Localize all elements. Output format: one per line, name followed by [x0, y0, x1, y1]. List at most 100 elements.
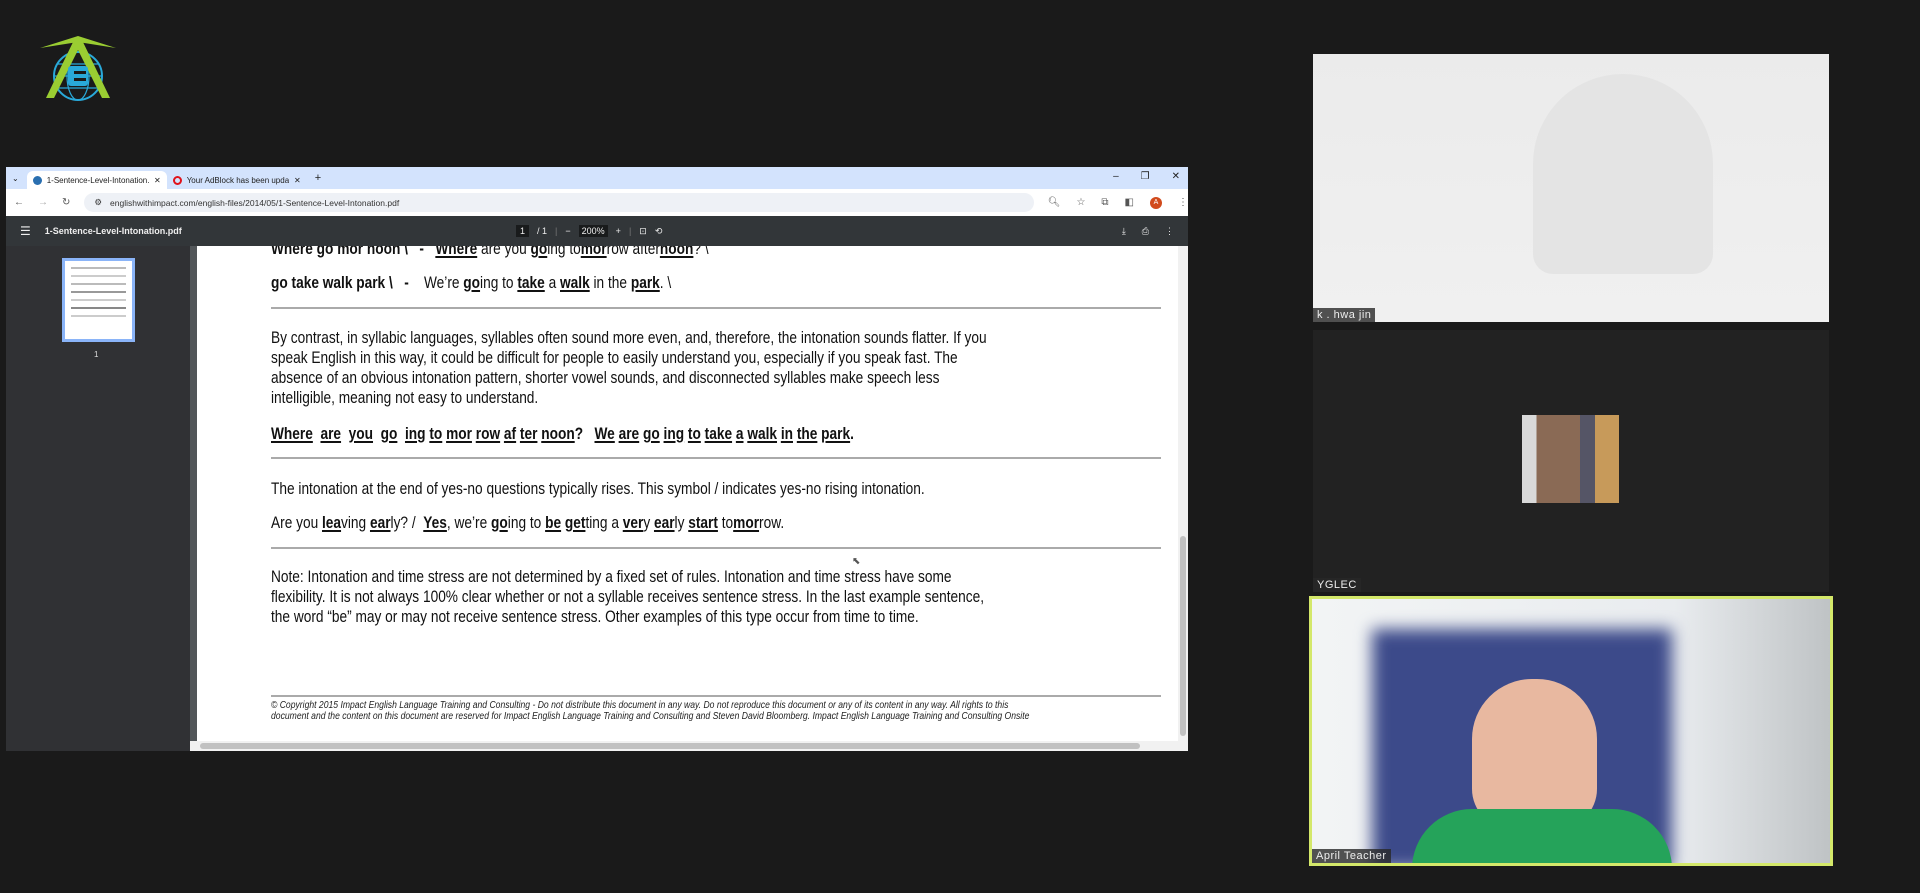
text-segment	[341, 425, 349, 443]
zoom-icon[interactable]: 🔍︎	[1048, 197, 1061, 208]
site-info-icon[interactable]: ⚙	[94, 197, 102, 208]
copyright-line: document and the content on this documen…	[271, 711, 1030, 722]
video-tile-april-teacher[interactable]: April Teacher	[1309, 596, 1833, 866]
page-total: / 1	[537, 226, 548, 236]
forward-icon[interactable]: →	[38, 197, 48, 208]
paragraph-line: By contrast, in syllabic languages, syll…	[271, 329, 987, 347]
text-segment: We’re	[423, 274, 464, 292]
divider	[271, 695, 1161, 697]
tab-adblock[interactable]: Your AdBlock has been updat ✕	[167, 171, 307, 189]
fit-page-icon[interactable]: ⊡	[639, 226, 647, 237]
stressed-syllable: park	[630, 274, 660, 292]
video-tile-k-hwa-jin[interactable]: k . hwa jin	[1313, 54, 1829, 322]
stressed-syllable: take	[704, 425, 733, 443]
more-options-icon[interactable]: ⋮	[1165, 226, 1174, 237]
stressed-syllable: take	[517, 274, 545, 292]
participant-video	[1533, 74, 1713, 274]
page-number-input[interactable]: 1	[516, 225, 530, 237]
participant-shirt	[1412, 809, 1672, 863]
url-field[interactable]: ⚙ englishwithimpact.com/english-files/20…	[84, 193, 1034, 212]
paragraph-line: speak English in this way, it could be d…	[271, 349, 958, 367]
close-tab-icon[interactable]: ✕	[294, 176, 301, 185]
text-segment: row.	[759, 514, 785, 532]
text-segment: y	[643, 514, 654, 532]
paragraph-line: intelligible, meaning not easy to unders…	[271, 389, 539, 407]
url-text: englishwithimpact.com/english-files/2014…	[110, 197, 400, 208]
text-segment: .	[850, 425, 854, 443]
page-thumbnail[interactable]	[62, 258, 135, 342]
divider	[271, 457, 1161, 459]
tab-pdf[interactable]: 1-Sentence-Level-Intonation.p ✕	[26, 171, 167, 189]
text-segment: ing to	[547, 246, 581, 258]
pdf-thumbnail-sidebar: 1	[6, 246, 190, 751]
extensions-icon[interactable]: ⧉	[1101, 197, 1108, 208]
rotate-icon[interactable]: ⟲	[655, 226, 663, 237]
stressed-syllable: lea	[322, 514, 342, 532]
paragraph-line: absence of an obvious intonation pattern…	[271, 369, 940, 387]
stressed-syllable: be	[545, 514, 562, 532]
stressed-syllable: noon	[541, 425, 575, 443]
bookmark-star-icon[interactable]: ☆	[1076, 197, 1085, 208]
reload-icon[interactable]: ↻	[62, 197, 70, 208]
close-tab-icon[interactable]: ✕	[154, 176, 161, 185]
text-segment	[313, 425, 321, 443]
text-segment: , we’re	[446, 514, 492, 532]
company-logo	[40, 36, 116, 101]
pdf-toolbar: ☰ 1-Sentence-Level-Intonation.pdf 1 / 1 …	[6, 216, 1188, 246]
site-favicon-icon	[32, 175, 42, 185]
text-segment: ing to	[480, 274, 518, 292]
copyright-line: © Copyright 2015 Impact English Language…	[271, 700, 1009, 711]
text-segment: ting a	[585, 514, 623, 532]
menu-kebab-icon[interactable]: ⋮	[1178, 197, 1188, 208]
thumbnail-page-number: 1	[94, 350, 99, 359]
horizontal-scrollbar[interactable]	[190, 741, 1178, 751]
profile-avatar[interactable]: A	[1150, 196, 1162, 209]
stressed-syllable: ver	[622, 514, 644, 532]
address-bar-row: ← → ↻ ⚙ englishwithimpact.com/english-fi…	[6, 189, 1188, 216]
text-segment: are you	[477, 246, 531, 258]
tab-title: 1-Sentence-Level-Intonation.p	[46, 175, 149, 185]
browser-window: ⌄ 1-Sentence-Level-Intonation.p ✕ Your A…	[6, 167, 1188, 751]
participant-name: YGLEC	[1313, 578, 1361, 592]
text-segment: ly? /	[390, 514, 424, 532]
scrollbar-thumb[interactable]	[1180, 536, 1186, 736]
stressed-syllable: go	[380, 425, 398, 443]
stressed-syllable: walk	[560, 274, 590, 292]
vertical-scrollbar[interactable]	[1178, 246, 1188, 751]
video-tile-yglec[interactable]: YGLEC	[1313, 330, 1829, 592]
download-icon[interactable]: ⤓	[1122, 226, 1126, 237]
restore-button[interactable]: ❐	[1141, 171, 1150, 182]
text-segment: a	[544, 274, 561, 292]
side-panel-icon[interactable]: ◧	[1125, 197, 1134, 208]
text-segment: Where go mor noon \ -	[271, 246, 436, 258]
new-tab-button[interactable]: +	[315, 172, 321, 184]
zoom-level-input[interactable]: 200%	[578, 225, 608, 237]
yes-no-intro: The intonation at the end of yes-no ques…	[271, 480, 925, 498]
text-segment: ?	[574, 425, 595, 443]
example-line-1: Where go mor noon \ - Where are you goin…	[271, 246, 709, 259]
note-line: Note: Intonation and time stress are not…	[271, 568, 952, 586]
opera-icon	[172, 175, 182, 185]
participant-face	[1472, 679, 1597, 829]
text-segment: in the	[589, 274, 631, 292]
tab-search-chevron-icon[interactable]: ⌄	[12, 174, 19, 183]
stressed-syllable: park	[821, 425, 851, 443]
stressed-syllable: you	[348, 425, 374, 443]
zoom-out-button[interactable]: −	[565, 226, 570, 236]
stressed-syllable: to	[687, 425, 701, 443]
stressed-syllable: ter	[519, 425, 538, 443]
stressed-syllable: Yes	[423, 514, 447, 532]
scrollbar-thumb[interactable]	[200, 743, 1140, 749]
text-segment: to	[717, 514, 734, 532]
hamburger-menu-icon[interactable]: ☰	[20, 224, 31, 238]
stressed-syllable: ing	[663, 425, 685, 443]
minimize-button[interactable]: –	[1113, 171, 1119, 182]
print-icon[interactable]: ⎙	[1142, 226, 1149, 237]
close-window-button[interactable]: ✕	[1172, 171, 1180, 182]
divider	[271, 307, 1161, 309]
back-icon[interactable]: ←	[14, 197, 24, 208]
zoom-in-button[interactable]: +	[616, 226, 621, 236]
mouse-cursor-icon: ⬉	[852, 556, 861, 567]
stressed-syllable: ear	[653, 514, 675, 532]
text-segment: row after	[606, 246, 660, 258]
